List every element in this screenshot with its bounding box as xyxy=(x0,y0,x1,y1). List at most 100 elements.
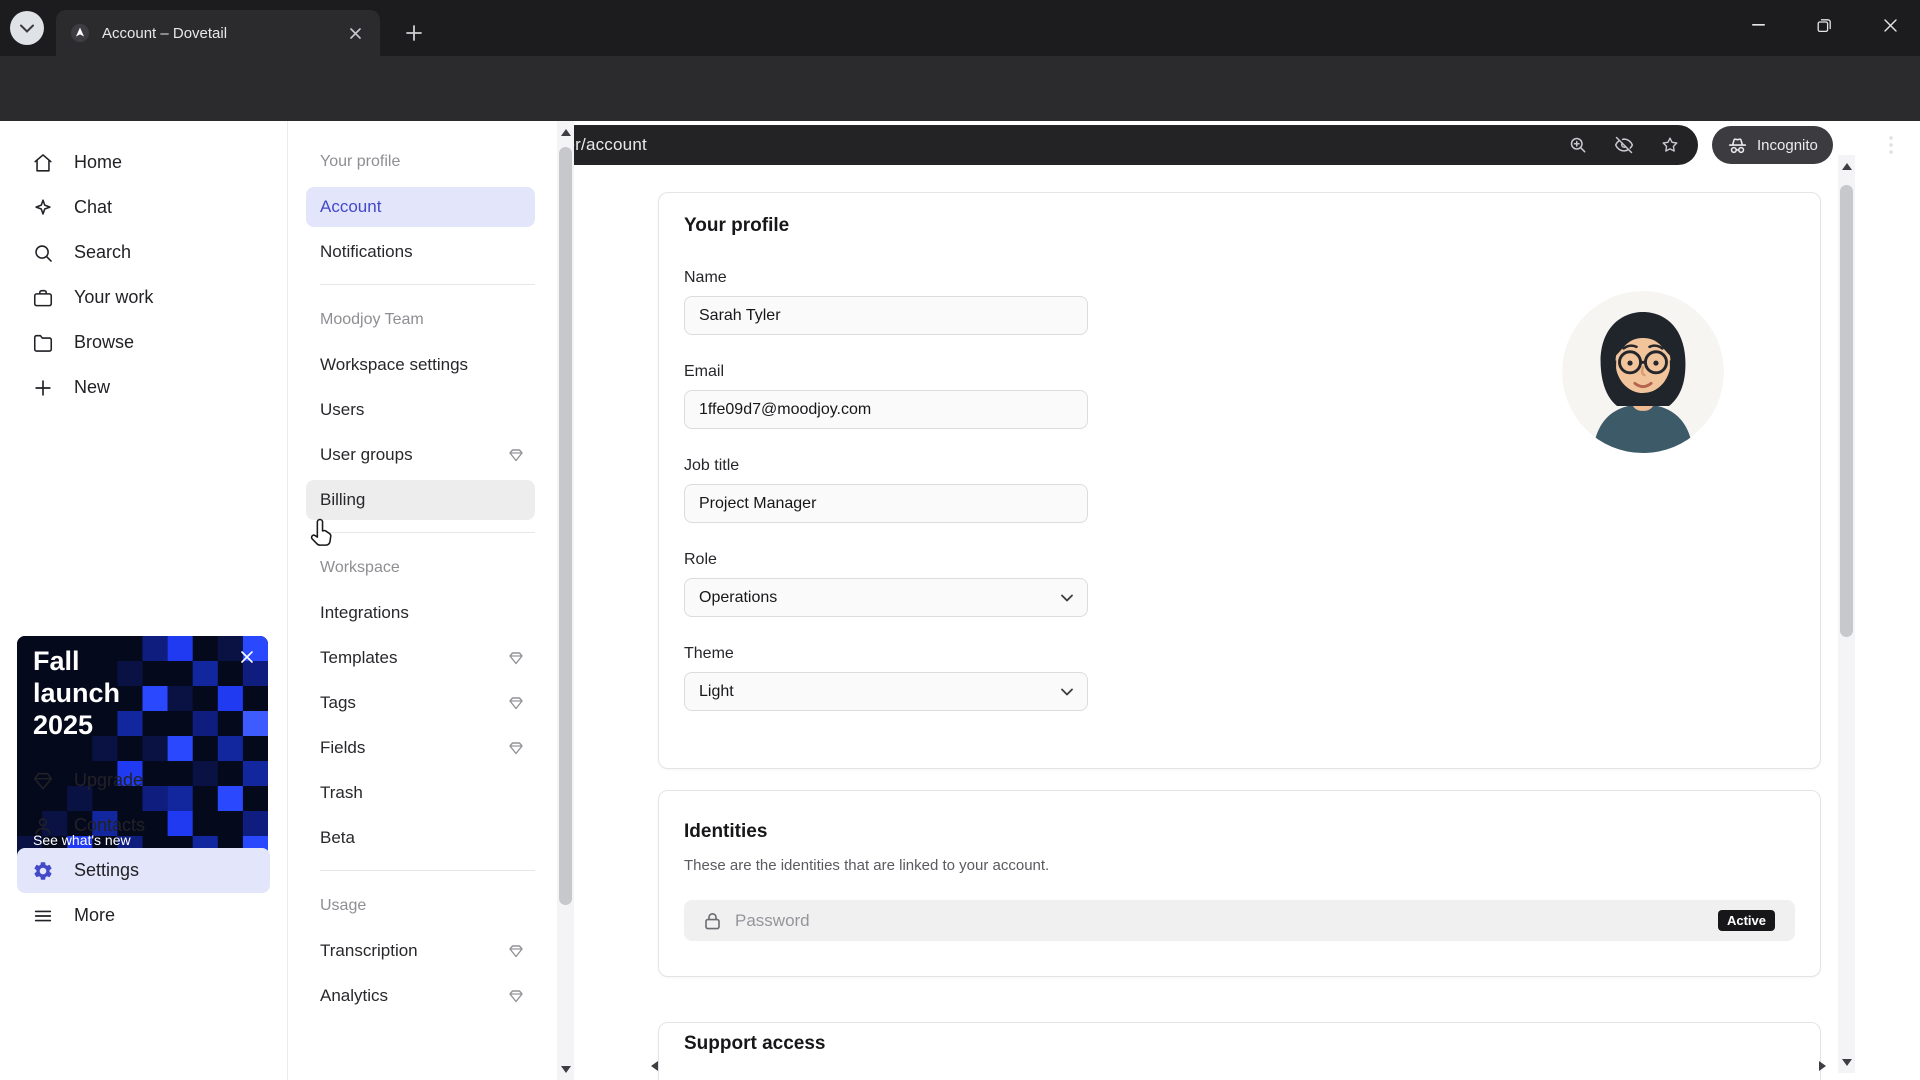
promo-close-icon[interactable] xyxy=(236,646,258,668)
scroll-down-button[interactable] xyxy=(557,1058,574,1080)
settings-nav-item-trash[interactable]: Trash xyxy=(306,773,535,813)
role-label: Role xyxy=(684,551,717,568)
support-access-card: Support access xyxy=(658,1022,1821,1080)
settings-nav-item-templates[interactable]: Templates xyxy=(306,638,535,678)
role-select[interactable]: Operations xyxy=(684,578,1088,617)
tab-title: Account – Dovetail xyxy=(102,24,228,42)
settings-nav-label: Templates xyxy=(320,648,398,667)
browser-tab[interactable]: Account – Dovetail xyxy=(56,10,380,56)
settings-nav-item-transcription[interactable]: Transcription xyxy=(306,931,535,971)
incognito-badge[interactable]: Incognito xyxy=(1712,126,1833,164)
scroll-up-button[interactable] xyxy=(557,121,574,143)
sidebar-item-label: Upgrade xyxy=(74,770,144,790)
settings-nav-item-user-groups[interactable]: User groups xyxy=(306,435,535,475)
password-preview-button[interactable] xyxy=(1610,132,1638,158)
window-close-button[interactable] xyxy=(1860,0,1920,50)
scroll-left-button[interactable] xyxy=(645,1058,663,1074)
bookmark-button[interactable] xyxy=(1656,132,1684,158)
main-scrollbar[interactable] xyxy=(1838,155,1855,1073)
email-label: Email xyxy=(684,363,725,380)
settings-nav-item-notifications[interactable]: Notifications xyxy=(306,232,535,272)
browser-menu-button[interactable] xyxy=(1872,126,1910,164)
minimize-icon xyxy=(1751,24,1765,26)
sidebar-item-label: More xyxy=(74,905,116,925)
settings-nav-item-fields[interactable]: Fields xyxy=(306,728,535,768)
sidebar-item-chat[interactable]: Chat xyxy=(0,185,287,230)
window-minimize-button[interactable] xyxy=(1728,0,1788,50)
window-restore-button[interactable] xyxy=(1794,0,1854,50)
email-input[interactable] xyxy=(684,390,1088,429)
password-identity-row[interactable]: Password Active xyxy=(684,900,1795,941)
scrollbar-thumb[interactable] xyxy=(559,147,572,905)
settings-nav-item-workspace-settings[interactable]: Workspace settings xyxy=(306,345,535,385)
profile-card: Your profile Name Email Job title Role O… xyxy=(658,192,1821,769)
sidebar-item-new[interactable]: New xyxy=(0,365,287,410)
sidebar-item-label: Search xyxy=(74,242,132,262)
sidebar-item-label: Your work xyxy=(74,287,154,307)
sidebar-item-upgrade[interactable]: Upgrade xyxy=(0,758,287,803)
theme-label: Theme xyxy=(684,645,734,662)
star-icon xyxy=(1662,137,1678,152)
theme-field-group: Theme Light xyxy=(684,645,1088,711)
upgrade-gem-icon xyxy=(509,990,523,1003)
settings-nav-item-tags[interactable]: Tags xyxy=(306,683,535,723)
upgrade-gem-icon xyxy=(509,697,523,710)
sidebar-item-more[interactable]: More xyxy=(0,893,287,938)
restore-icon xyxy=(1817,18,1831,32)
sidebar-item-settings[interactable]: Settings xyxy=(17,848,270,893)
settings-nav-scrollbar[interactable] xyxy=(557,121,574,1080)
incognito-label: Incognito xyxy=(1757,136,1818,154)
scroll-up-button[interactable] xyxy=(1838,155,1855,177)
settings-nav-item-account[interactable]: Account xyxy=(306,187,535,227)
chevron-down-icon xyxy=(20,24,34,33)
tab-close-icon[interactable] xyxy=(344,22,366,44)
sidebar-item-contacts[interactable]: Contacts xyxy=(0,803,287,848)
settings-nav-item-users[interactable]: Users xyxy=(306,390,535,430)
settings-nav-label: User groups xyxy=(320,445,413,464)
settings-section-header: Your profile xyxy=(320,153,401,170)
new-tab-button[interactable] xyxy=(396,15,432,51)
identities-card: Identities These are the identities that… xyxy=(658,790,1821,977)
sidebar-item-label: New xyxy=(74,377,111,397)
settings-nav-item-integrations[interactable]: Integrations xyxy=(306,593,535,633)
sidebar-item-home[interactable]: Home xyxy=(0,140,287,185)
settings-nav-item-analytics[interactable]: Analytics xyxy=(306,976,535,1016)
sidebar-item-search[interactable]: Search xyxy=(0,230,287,275)
incognito-icon xyxy=(1728,137,1747,153)
chevron-down-icon xyxy=(1061,688,1073,696)
zoom-button[interactable] xyxy=(1564,132,1592,158)
upgrade-gem-icon xyxy=(509,742,523,755)
divider xyxy=(320,532,535,533)
app-sidebar: Home Chat Search Your work Browse New Fa… xyxy=(0,121,288,1080)
settings-nav-label: Billing xyxy=(320,490,366,509)
sidebar-item-your-work[interactable]: Your work xyxy=(0,275,287,320)
settings-nav-label: Notifications xyxy=(320,242,413,261)
dovetail-favicon xyxy=(70,23,90,43)
scroll-down-button[interactable] xyxy=(1838,1051,1855,1073)
tab-search-button[interactable] xyxy=(10,11,44,45)
settings-nav-label: Beta xyxy=(320,828,355,847)
sidebar-item-browse[interactable]: Browse xyxy=(0,320,287,365)
sidebar-item-label: Chat xyxy=(74,197,113,217)
gear-icon xyxy=(34,861,52,880)
scrollbar-thumb[interactable] xyxy=(1840,185,1853,637)
promo-title: Fall launch 2025 xyxy=(33,646,121,740)
browser-toolbar: moodjoy-team-2h2v.dovetail.com/settings/… xyxy=(0,56,1920,165)
job-title-input[interactable] xyxy=(684,484,1088,523)
settings-nav-item-beta[interactable]: Beta xyxy=(306,818,535,858)
hamburger-icon xyxy=(34,910,52,921)
scroll-right-button[interactable] xyxy=(1813,1058,1831,1074)
home-icon xyxy=(34,153,52,172)
settings-nav-label: Workspace settings xyxy=(320,355,469,374)
identities-card-title: Identities xyxy=(684,821,768,842)
support-card-title: Support access xyxy=(684,1033,826,1054)
status-badge: Active xyxy=(1717,910,1775,931)
theme-select[interactable]: Light xyxy=(684,672,1088,711)
settings-nav-item-billing[interactable]: Billing xyxy=(306,480,535,520)
upgrade-gem-icon xyxy=(509,449,523,462)
folder-icon xyxy=(33,334,53,352)
password-label: Password xyxy=(735,910,810,930)
job-title-field-group: Job title xyxy=(684,457,1088,523)
eye-off-icon xyxy=(1614,136,1634,154)
name-input[interactable] xyxy=(684,296,1088,335)
